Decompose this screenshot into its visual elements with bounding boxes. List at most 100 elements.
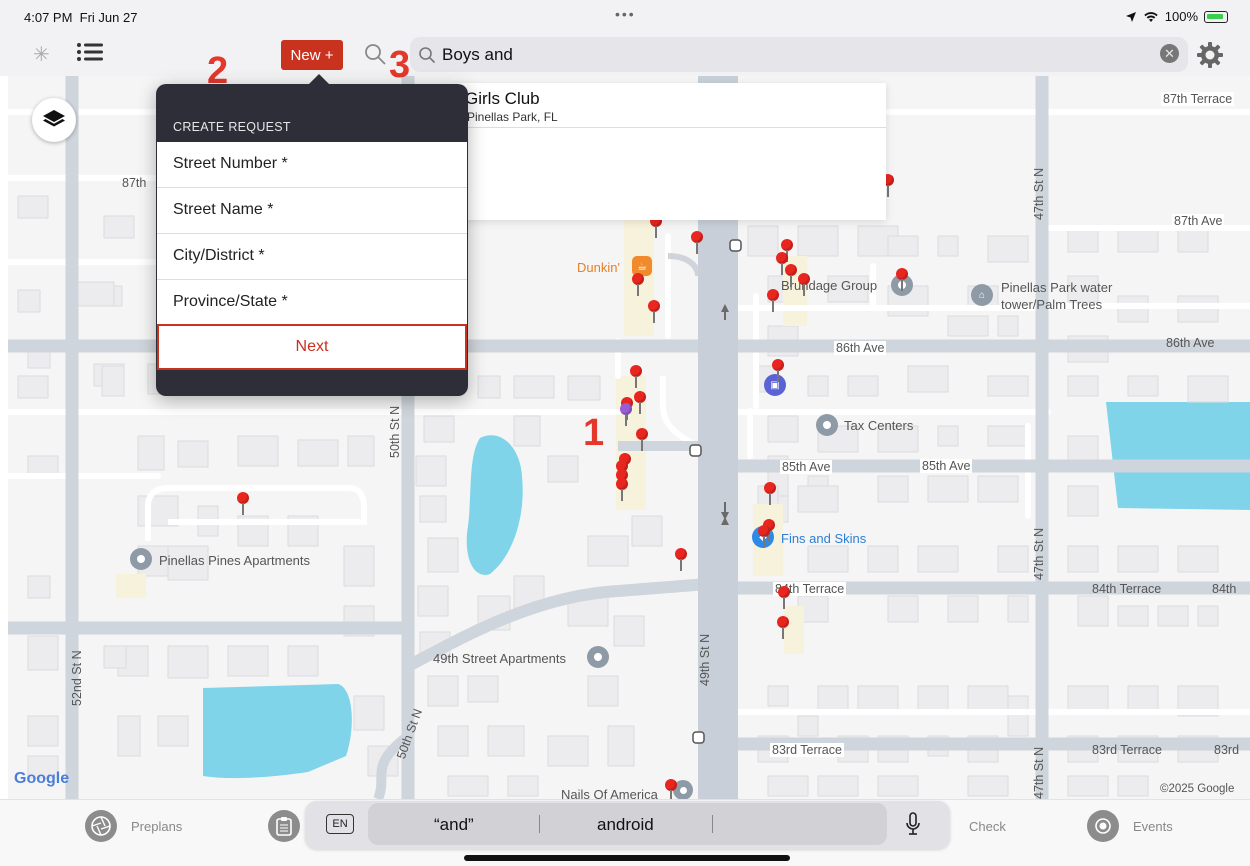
pond-right bbox=[1106, 402, 1250, 510]
request-pin[interactable] bbox=[798, 273, 810, 296]
request-pin[interactable] bbox=[616, 478, 628, 501]
street-label: 84th Terrace bbox=[1092, 582, 1162, 596]
request-pin[interactable] bbox=[896, 268, 908, 291]
request-pin[interactable] bbox=[758, 525, 770, 548]
street-label: 49th St N bbox=[698, 633, 712, 686]
multitask-dots[interactable]: ••• bbox=[615, 6, 636, 22]
events-icon bbox=[1087, 810, 1119, 842]
suggestion-title: Girls Club bbox=[465, 89, 540, 108]
request-pin[interactable] bbox=[630, 365, 642, 388]
street-label: 83rd bbox=[1214, 743, 1240, 757]
list-menu-icon[interactable] bbox=[76, 40, 104, 64]
search-bar[interactable] bbox=[410, 37, 1188, 72]
street-label: 83rd Terrace bbox=[1092, 743, 1162, 757]
street-name-field[interactable]: Street Name * bbox=[157, 188, 467, 234]
bus-icon[interactable]: ▣ bbox=[764, 374, 786, 396]
place-label: Tax Centers bbox=[844, 418, 914, 433]
tab-label: Events bbox=[1133, 818, 1173, 834]
app-root: 4:07 PM Fri Jun 27 ••• 100% ✳ New + ✕ bbox=[0, 0, 1250, 866]
search-icon[interactable] bbox=[363, 42, 387, 66]
request-pin[interactable] bbox=[665, 779, 677, 799]
request-pin[interactable] bbox=[636, 428, 648, 451]
request-pin[interactable] bbox=[632, 273, 644, 296]
place-label: Pinellas Pines Apartments bbox=[159, 553, 311, 568]
battery-percent: 100% bbox=[1164, 9, 1198, 24]
street-label: 87th Ave bbox=[1172, 214, 1225, 228]
map-copyright: ©2025 Google bbox=[1160, 783, 1235, 795]
selected-request-pin[interactable] bbox=[620, 403, 632, 426]
place-label: Brundage Group bbox=[781, 278, 878, 293]
battery-icon bbox=[1204, 10, 1228, 23]
keyboard-prediction-bar: EN “and” android bbox=[305, 801, 950, 849]
request-pin[interactable] bbox=[772, 359, 784, 382]
tab-clipboard[interactable] bbox=[268, 808, 300, 844]
search-input[interactable] bbox=[442, 41, 1142, 69]
date-text: Fri Jun 27 bbox=[79, 10, 138, 25]
request-pin[interactable] bbox=[764, 482, 776, 505]
street-label: 83rd Terrace bbox=[770, 743, 844, 757]
street-number-field[interactable]: Street Number * bbox=[157, 142, 467, 188]
popover-header: CREATE REQUEST bbox=[173, 120, 291, 134]
request-pin[interactable] bbox=[778, 586, 790, 609]
loading-spinner-icon: ✳ bbox=[33, 44, 50, 66]
tab-preplans[interactable]: Preplans bbox=[85, 808, 182, 844]
wifi-icon bbox=[1144, 11, 1158, 22]
place-label: 49th Street Apartments bbox=[433, 651, 566, 666]
prediction-strip: “and” android bbox=[368, 803, 887, 845]
street-label: 50th St N bbox=[388, 405, 402, 458]
tab-label: Check bbox=[969, 818, 1006, 834]
clear-search-icon[interactable]: ✕ bbox=[1160, 44, 1179, 63]
tab-label: Preplans bbox=[131, 818, 183, 834]
status-time: 4:07 PM Fri Jun 27 bbox=[24, 10, 137, 25]
request-pin[interactable] bbox=[237, 492, 249, 515]
divider bbox=[539, 815, 540, 833]
location-icon bbox=[1125, 11, 1136, 22]
tab-check[interactable]: Check bbox=[969, 808, 1006, 844]
map-layers-button[interactable] bbox=[32, 98, 76, 142]
street-label: 47th St N bbox=[1032, 746, 1046, 799]
request-pin[interactable] bbox=[691, 231, 703, 254]
home-indicator[interactable] bbox=[464, 855, 790, 861]
gear-icon[interactable] bbox=[1196, 41, 1224, 69]
street-label: 85th Ave bbox=[920, 459, 973, 473]
tab-events[interactable]: Events bbox=[1087, 808, 1173, 844]
museum-icon[interactable]: ⌂ bbox=[971, 284, 993, 306]
new-request-button[interactable]: New + bbox=[281, 40, 343, 70]
request-pin[interactable] bbox=[785, 264, 797, 287]
province-state-field[interactable]: Province/State * bbox=[157, 280, 467, 326]
divider bbox=[712, 815, 713, 833]
street-label: 85th Ave bbox=[780, 460, 833, 474]
request-pin[interactable] bbox=[777, 616, 789, 639]
request-pin[interactable] bbox=[675, 548, 687, 571]
clipboard-icon bbox=[268, 810, 300, 842]
request-pin[interactable] bbox=[767, 289, 779, 312]
city-district-field[interactable]: City/District * bbox=[157, 234, 467, 280]
request-pin[interactable] bbox=[648, 300, 660, 323]
divider bbox=[458, 127, 886, 128]
place-label: tower/Palm Trees bbox=[1001, 297, 1103, 312]
time-text: 4:07 PM bbox=[24, 10, 73, 25]
request-pin[interactable] bbox=[776, 252, 788, 275]
popover-arrow bbox=[307, 74, 331, 86]
aperture-icon bbox=[85, 810, 117, 842]
street-label: 47th St N bbox=[1032, 167, 1046, 220]
top-toolbar: ✳ New + bbox=[0, 34, 1250, 76]
request-pin[interactable] bbox=[781, 239, 793, 262]
keyboard-language-button[interactable]: EN bbox=[326, 814, 354, 834]
place-pin-icon[interactable] bbox=[130, 548, 152, 570]
create-request-popover: CREATE REQUEST Street Number * Street Na… bbox=[156, 74, 468, 396]
prediction-item[interactable]: android bbox=[597, 815, 654, 835]
search-suggestion-list: Girls Club Pinellas Park, FL bbox=[458, 83, 886, 220]
microphone-icon[interactable] bbox=[905, 812, 921, 836]
place-pin-icon[interactable] bbox=[816, 414, 838, 436]
street-label: 87th bbox=[122, 176, 147, 190]
suggestion-subtitle: Pinellas Park, FL bbox=[467, 110, 558, 124]
place-label: Fins and Skins bbox=[781, 531, 867, 546]
prediction-item[interactable]: “and” bbox=[434, 815, 474, 835]
next-button[interactable]: Next bbox=[157, 324, 467, 370]
place-label: Pinellas Park water bbox=[1001, 280, 1113, 295]
place-pin-icon[interactable] bbox=[587, 646, 609, 668]
step-annotation-3: 3 bbox=[389, 44, 411, 86]
place-label: Dunkin' bbox=[577, 260, 620, 275]
request-pin[interactable] bbox=[634, 391, 646, 414]
